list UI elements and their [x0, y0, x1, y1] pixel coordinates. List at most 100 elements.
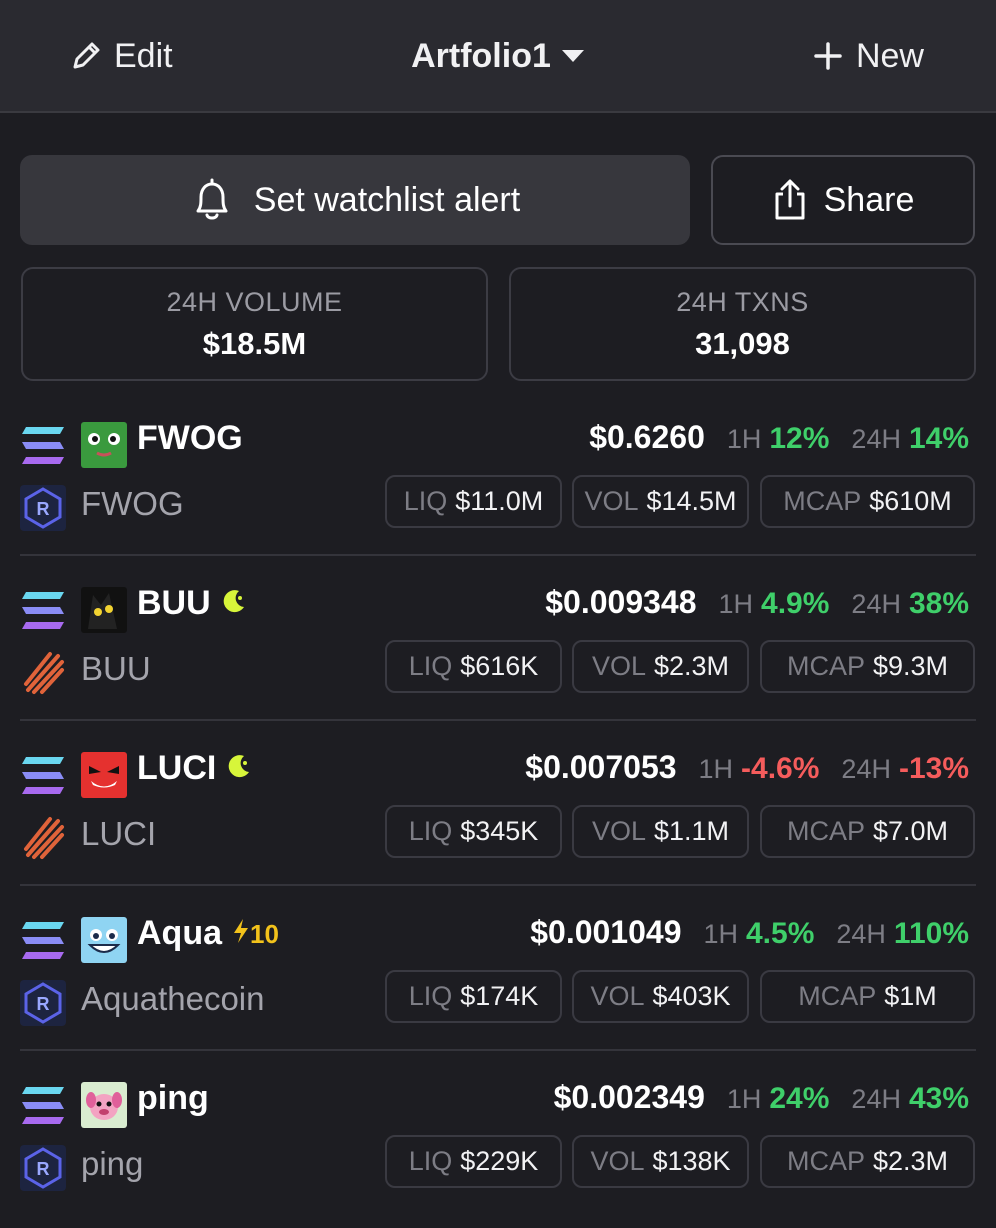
mcap-value: $9.3M: [872, 651, 949, 681]
liq-label: LIQ: [408, 1146, 453, 1176]
price-line: $0.002349 1H 24% 24H 43%: [554, 1079, 969, 1116]
txns-stat-card: 24H TXNS 31,098: [509, 267, 976, 381]
fwog-avatar-icon: [81, 422, 127, 468]
volume-stat-label: 24H VOLUME: [166, 287, 343, 317]
mcap-pill: MCAP $2.3M: [760, 1135, 975, 1188]
vol-label: VOL: [591, 816, 646, 846]
token-name: LUCI: [81, 815, 157, 852]
bell-icon: [190, 177, 234, 223]
token-symbol: Aqua: [137, 914, 222, 952]
token-price: $0.007053: [525, 749, 677, 785]
h24-label: 24H: [841, 754, 891, 784]
h24-label: 24H: [851, 1084, 901, 1114]
h24-label: 24H: [851, 589, 901, 619]
liquidity-pill: LIQ $229K: [385, 1135, 562, 1188]
vol-value: $1.1M: [653, 816, 730, 846]
row-divider: [20, 1049, 976, 1051]
token-name: FWOG: [81, 485, 184, 522]
moon-icon: [226, 753, 252, 779]
liq-value: $11.0M: [455, 486, 544, 516]
token-symbol: LUCI: [137, 749, 217, 787]
h1-label: 1H: [726, 1084, 762, 1114]
row-divider: [20, 884, 976, 886]
liquidity-pill: LIQ $174K: [385, 970, 562, 1023]
h1-label: 1H: [698, 754, 734, 784]
mcap-label: MCAP: [786, 651, 865, 681]
token-row-aqua[interactable]: Aqua 10 R Aquathecoin $0.001049 1H 4.5% …: [0, 898, 996, 1063]
lightning-icon: [232, 918, 250, 951]
h24-change: 14%: [908, 422, 969, 455]
new-label: New: [855, 36, 924, 75]
h1-label: 1H: [703, 919, 738, 949]
row-divider: [20, 554, 976, 556]
volume-pill: VOL $138K: [572, 1135, 749, 1188]
liq-value: $345K: [460, 816, 539, 846]
liquidity-pill: LIQ $616K: [385, 640, 562, 693]
token-row-ping[interactable]: ping R ping $0.002349 1H 24% 24H 43% LIQ…: [0, 1063, 996, 1228]
volume-stat-card: 24H VOLUME $18.5M: [21, 267, 488, 381]
h24-change: 38%: [908, 587, 969, 620]
mcap-value: $610M: [869, 486, 952, 516]
pumpfun-icon: [20, 815, 66, 861]
txns-stat-label: 24H TXNS: [676, 287, 809, 317]
liq-label: LIQ: [408, 981, 453, 1011]
mcap-pill: MCAP $610M: [760, 475, 975, 528]
vol-value: $138K: [652, 1146, 731, 1176]
h24-label: 24H: [836, 919, 886, 949]
solana-icon: [20, 1085, 66, 1127]
h1-label: 1H: [726, 424, 762, 454]
aqua-avatar-icon: [81, 917, 127, 963]
liq-value: $229K: [460, 1146, 539, 1176]
h1-change: 24%: [769, 1082, 830, 1115]
ping-avatar-icon: [81, 1082, 127, 1128]
boost-count: 10: [250, 919, 279, 949]
moon-icon: [221, 588, 247, 614]
price-line: $0.007053 1H -4.6% 24H -13%: [525, 749, 969, 786]
set-alert-button[interactable]: Set watchlist alert: [20, 155, 690, 245]
liquidity-pill: LIQ $11.0M: [385, 475, 562, 528]
solana-icon: [20, 755, 66, 797]
solana-icon: [20, 920, 66, 962]
token-price: $0.6260: [589, 419, 705, 455]
volume-pill: VOL $14.5M: [572, 475, 749, 528]
liq-value: $616K: [460, 651, 539, 681]
h1-label: 1H: [718, 589, 754, 619]
liq-label: LIQ: [408, 816, 453, 846]
mcap-value: $7.0M: [872, 816, 949, 846]
token-row-fwog[interactable]: FWOG R FWOG $0.6260 1H 12% 24H 14% LIQ $…: [0, 403, 996, 568]
price-line: $0.009348 1H 4.9% 24H 38%: [545, 584, 969, 621]
solana-icon: [20, 425, 66, 467]
vol-value: $2.3M: [653, 651, 730, 681]
mcap-value: $2.3M: [872, 1146, 949, 1176]
vol-label: VOL: [590, 981, 645, 1011]
solana-icon: [20, 590, 66, 632]
mcap-pill: MCAP $9.3M: [760, 640, 975, 693]
share-button[interactable]: Share: [711, 155, 975, 245]
set-alert-label: Set watchlist alert: [253, 180, 521, 219]
token-row-buu[interactable]: BUU BUU $0.009348 1H 4.9% 24H 38% LIQ $6…: [0, 568, 996, 733]
vol-label: VOL: [591, 651, 646, 681]
volume-pill: VOL $403K: [572, 970, 749, 1023]
token-name: ping: [81, 1145, 144, 1182]
edit-label: Edit: [114, 36, 173, 75]
vol-value: $403K: [652, 981, 731, 1011]
mcap-pill: MCAP $1M: [760, 970, 975, 1023]
svg-text:R: R: [37, 499, 50, 519]
mcap-value: $1M: [884, 981, 937, 1011]
txns-stat-value: 31,098: [695, 326, 790, 361]
mcap-label: MCAP: [783, 486, 862, 516]
new-button[interactable]: New: [814, 36, 924, 76]
pumpfun-icon: [20, 650, 66, 696]
vol-value: $14.5M: [646, 486, 737, 516]
edit-button[interactable]: Edit: [70, 36, 173, 76]
token-symbol: ping: [137, 1079, 209, 1117]
h24-label: 24H: [851, 424, 901, 454]
raydium-icon: R: [20, 980, 66, 1026]
price-line: $0.001049 1H 4.5% 24H 110%: [530, 914, 969, 951]
token-row-luci[interactable]: LUCI LUCI $0.007053 1H -4.6% 24H -13% LI…: [0, 733, 996, 898]
raydium-icon: R: [20, 1145, 66, 1191]
h24-change: 110%: [893, 917, 969, 950]
volume-stat-value: $18.5M: [202, 326, 307, 361]
top-bar: Artfolio1 Edit New: [0, 0, 996, 113]
h1-change: 4.9%: [761, 587, 830, 620]
